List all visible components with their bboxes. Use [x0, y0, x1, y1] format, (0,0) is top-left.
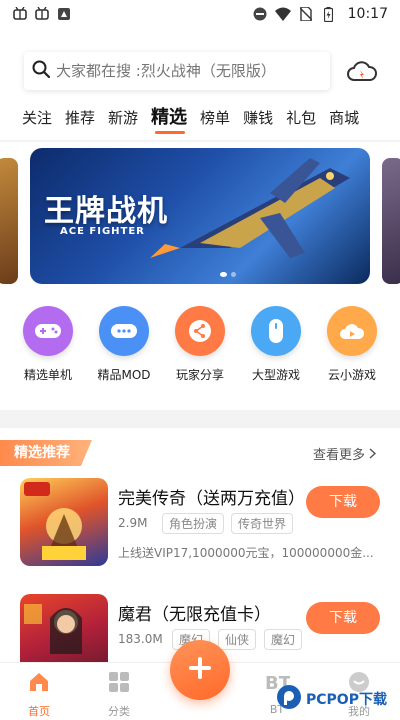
dnd-icon — [252, 7, 268, 21]
search-input[interactable] — [56, 62, 306, 80]
banner-title: 王牌战机 — [44, 194, 168, 229]
battery-icon — [321, 6, 337, 22]
wifi-icon — [274, 7, 291, 21]
category-large-games[interactable]: 大型游戏 — [244, 306, 308, 410]
carousel-dot — [220, 272, 227, 277]
no-sim-icon — [298, 7, 314, 21]
game-title: 魔君（无限充值卡） — [118, 605, 271, 625]
tab-follow[interactable]: 关注 — [22, 106, 52, 130]
cloud-download-button[interactable] — [346, 60, 378, 88]
banner-slide[interactable]: 王牌战机 ACE FIGHTER — [30, 148, 370, 284]
plus-icon — [187, 655, 213, 685]
tab-store[interactable]: 商城 — [329, 106, 359, 130]
game-tag: 传奇世界 — [231, 513, 294, 534]
watermark-text: PCPOP下载 — [306, 692, 387, 708]
gamepad-icon — [23, 306, 73, 356]
home-icon — [28, 671, 50, 697]
category-label: 玩家分享 — [175, 368, 224, 382]
game-size: 183.0M — [118, 632, 163, 646]
search-bar[interactable] — [24, 52, 330, 90]
game-thumbnail — [20, 478, 108, 566]
game-tag: 仙侠 — [218, 629, 257, 650]
carousel-dot — [231, 272, 236, 277]
tab-ranking[interactable]: 榜单 — [200, 106, 230, 130]
nav-category[interactable]: 分类 — [94, 671, 144, 719]
see-more-label: 查看更多 — [313, 448, 366, 463]
category-mod[interactable]: 精品MOD — [92, 306, 156, 410]
banner-next-peek[interactable] — [382, 158, 400, 284]
notification-icon — [56, 7, 72, 21]
tab-earn[interactable]: 赚钱 — [243, 106, 273, 130]
bug-icon — [12, 7, 28, 21]
grid-icon — [108, 671, 130, 697]
mouse-icon — [251, 306, 301, 356]
cloud-download-icon — [347, 60, 377, 88]
category-shortcuts: 精选单机 精品MOD 玩家分享 大型游戏 云小游戏 — [0, 292, 400, 410]
tab-bar: 关注 推荐 新游 精选 榜单 赚钱 礼包 商城 — [22, 106, 372, 134]
category-label: 精选单机 — [23, 368, 72, 382]
download-button[interactable]: 下载 — [306, 602, 380, 634]
game-size: 2.9M — [118, 516, 148, 530]
category-label: 大型游戏 — [251, 368, 300, 382]
download-button[interactable]: 下载 — [306, 486, 380, 518]
nav-home[interactable]: 首页 — [14, 671, 64, 719]
tab-new-games[interactable]: 新游 — [108, 106, 138, 130]
section-title: 精选推荐 — [0, 440, 92, 466]
category-single-player[interactable]: 精选单机 — [16, 306, 80, 410]
status-bar: 10:17 — [0, 0, 400, 28]
game-description: 上线送VIP17,1000000元宝，100000000金... — [118, 546, 374, 560]
banner-carousel: 王牌战机 ACE FIGHTER — [0, 142, 400, 292]
tab-featured[interactable]: 精选 — [151, 106, 187, 134]
banner-subtitle: ACE FIGHTER — [60, 226, 145, 237]
category-cloud-games[interactable]: 云小游戏 — [320, 306, 384, 410]
tab-gifts[interactable]: 礼包 — [286, 106, 316, 130]
add-button[interactable] — [170, 640, 230, 700]
nav-label: 分类 — [108, 705, 130, 718]
cloud-game-icon — [327, 306, 377, 356]
see-more-link[interactable]: 查看更多 — [313, 444, 377, 463]
tab-recommend[interactable]: 推荐 — [65, 106, 95, 130]
category-label: 云小游戏 — [327, 368, 376, 382]
header: 关注 推荐 新游 精选 榜单 赚钱 礼包 商城 — [0, 28, 400, 140]
share-icon — [175, 306, 225, 356]
banner-prev-peek[interactable] — [0, 158, 18, 284]
game-tag: 角色扮演 — [162, 513, 225, 534]
bug-icon — [34, 7, 50, 21]
search-icon — [32, 60, 51, 82]
controller-icon — [99, 306, 149, 356]
game-list-item[interactable]: 完美传奇（送两万充值） 2.9M 角色扮演 传奇世界 上线送VIP17,1000… — [20, 478, 390, 578]
recommended-section: 精选推荐 查看更多 完美传奇（送两万充值） 2.9M 角色扮演 传奇世界 上线送… — [0, 428, 400, 682]
clock: 10:17 — [347, 6, 388, 22]
game-title: 完美传奇（送两万充值） — [118, 489, 305, 509]
watermark: PCPOP下载 — [276, 684, 387, 714]
category-label: 精品MOD — [97, 368, 151, 382]
pcpop-logo-icon — [276, 684, 302, 714]
game-tag: 魔幻 — [264, 629, 303, 650]
nav-label: 首页 — [28, 705, 50, 718]
carousel-indicator — [220, 272, 236, 277]
category-player-share[interactable]: 玩家分享 — [168, 306, 232, 410]
chevron-right-icon — [369, 448, 377, 463]
